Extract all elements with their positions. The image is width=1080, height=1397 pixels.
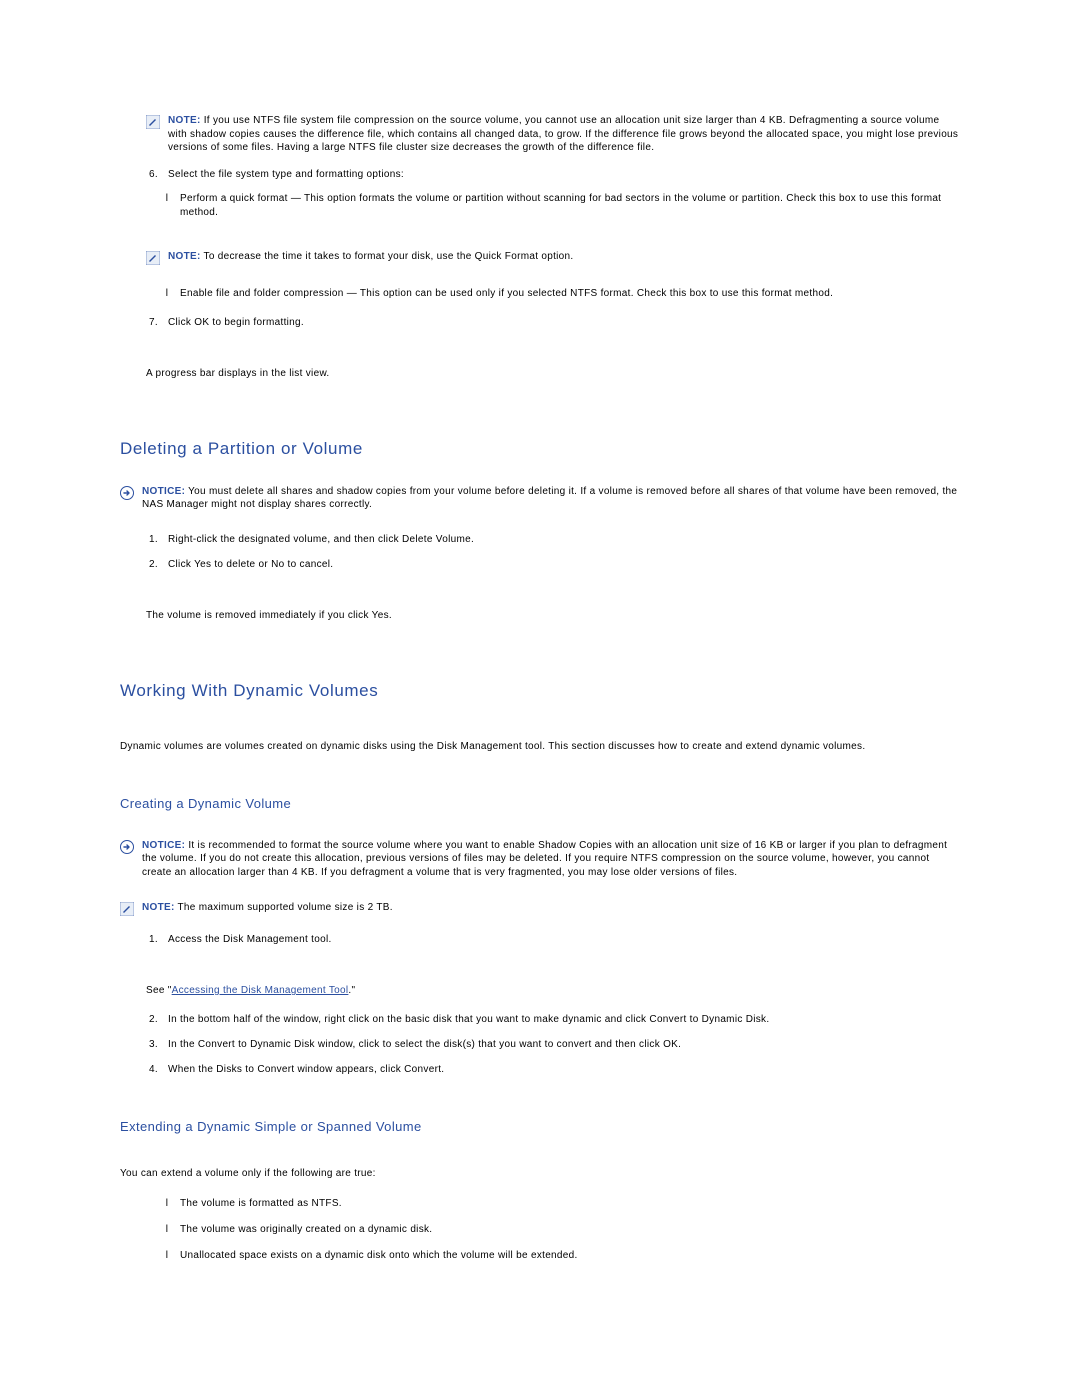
delete-step-1: 1. Right-click the designated volume, an… — [142, 534, 960, 545]
note-text: NOTE: To decrease the time it takes to f… — [168, 250, 960, 264]
notice-text: NOTICE: It is recommended to format the … — [142, 839, 960, 880]
dynamic-volumes-intro: Dynamic volumes are volumes created on d… — [120, 741, 960, 752]
heading-creating-dynamic-volume: Creating a Dynamic Volume — [120, 796, 960, 811]
create-step-4: 4. When the Disks to Convert window appe… — [142, 1064, 960, 1075]
step-7: 7. Click OK to begin formatting. — [142, 317, 960, 328]
pencil-note-icon — [146, 251, 160, 265]
create-step-2: 2. In the bottom half of the window, rig… — [142, 1014, 960, 1025]
create-step-3: 3. In the Convert to Dynamic Disk window… — [142, 1039, 960, 1050]
step6-option-quickformat: l Perform a quick format — This option f… — [164, 192, 960, 220]
step6-option-compression: l Enable file and folder compression — T… — [164, 287, 960, 301]
note-block: NOTE: If you use NTFS file system file c… — [146, 114, 960, 155]
note-text: NOTE: The maximum supported volume size … — [142, 901, 960, 915]
heading-deleting-partition: Deleting a Partition or Volume — [120, 439, 960, 459]
heading-dynamic-volumes: Working With Dynamic Volumes — [120, 681, 960, 701]
delete-step-2: 2. Click Yes to delete or No to cancel. — [142, 559, 960, 570]
progress-bar-text: A progress bar displays in the list view… — [146, 368, 960, 379]
extend-bullet-2: l The volume was originally created on a… — [164, 1223, 960, 1237]
notice-block: NOTICE: You must delete all shares and s… — [120, 485, 960, 512]
notice-text: NOTICE: You must delete all shares and s… — [142, 485, 960, 512]
pencil-note-icon — [146, 115, 160, 129]
notice-block: NOTICE: It is recommended to format the … — [120, 839, 960, 880]
arrow-notice-icon — [120, 486, 134, 500]
extend-bullet-3: l Unallocated space exists on a dynamic … — [164, 1249, 960, 1263]
pencil-note-icon — [120, 902, 134, 916]
heading-extending-dynamic-volume: Extending a Dynamic Simple or Spanned Vo… — [120, 1119, 960, 1134]
arrow-notice-icon — [120, 840, 134, 854]
extend-intro: You can extend a volume only if the foll… — [120, 1168, 960, 1179]
link-disk-management-tool[interactable]: Accessing the Disk Management Tool — [172, 985, 349, 996]
step-6: 6. Select the file system type and forma… — [142, 169, 960, 180]
extend-bullet-1: l The volume is formatted as NTFS. — [164, 1197, 960, 1211]
create-step-1: 1. Access the Disk Management tool. — [142, 934, 960, 945]
see-link-line: See "Accessing the Disk Management Tool.… — [146, 985, 960, 996]
note-block: NOTE: To decrease the time it takes to f… — [146, 250, 960, 265]
delete-after-text: The volume is removed immediately if you… — [146, 610, 960, 621]
note-block: NOTE: The maximum supported volume size … — [120, 901, 960, 916]
note-text: NOTE: If you use NTFS file system file c… — [168, 114, 960, 155]
